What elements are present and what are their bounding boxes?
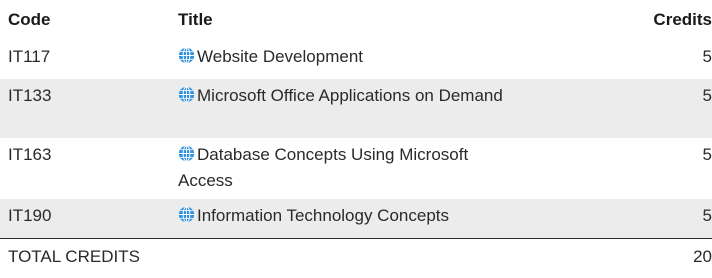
course-title-cell: Database Concepts Using Microsoft Access <box>178 138 548 199</box>
globe-icon <box>178 145 195 162</box>
course-code: IT117 <box>8 47 51 66</box>
course-credits: 5 <box>548 79 712 138</box>
table-row: IT163 Database Concepts Using Microsoft … <box>0 138 712 199</box>
course-table: Code Title Credits IT117 Website Develop… <box>0 0 712 270</box>
course-credits: 5 <box>702 47 712 66</box>
table-header-row: Code Title Credits <box>0 0 712 40</box>
header-credits: Credits <box>653 10 712 29</box>
globe-icon <box>178 206 195 223</box>
course-title: Database Concepts Using Microsoft Access <box>178 145 469 190</box>
course-code: IT190 <box>0 199 178 238</box>
total-credits-value: 20 <box>548 237 712 270</box>
header-title: Title <box>178 10 213 29</box>
header-code: Code <box>8 10 51 29</box>
course-code: IT133 <box>0 79 178 138</box>
total-credits-label: TOTAL CREDITS <box>0 237 548 270</box>
course-title: Microsoft Office Applications on Demand <box>197 86 503 105</box>
course-title: Information Technology Concepts <box>197 206 450 225</box>
total-row: TOTAL CREDITS 20 <box>0 237 712 270</box>
table-row: IT117 Website Development 5 <box>0 40 712 79</box>
course-title-cell: Information Technology Concepts <box>178 199 548 238</box>
globe-icon <box>178 47 195 64</box>
course-title: Website Development <box>197 47 363 66</box>
course-credits: 5 <box>548 199 712 238</box>
course-title-cell: Website Development <box>178 40 548 79</box>
globe-icon <box>178 86 195 103</box>
course-title-cell: Microsoft Office Applications on Demand <box>178 79 548 138</box>
course-credits: 5 <box>702 145 712 164</box>
table-row: IT133 Microsoft Office Applications on D… <box>0 79 712 138</box>
course-code: IT163 <box>8 145 52 164</box>
table-row: IT190 Information Technology Concepts 5 <box>0 199 712 238</box>
